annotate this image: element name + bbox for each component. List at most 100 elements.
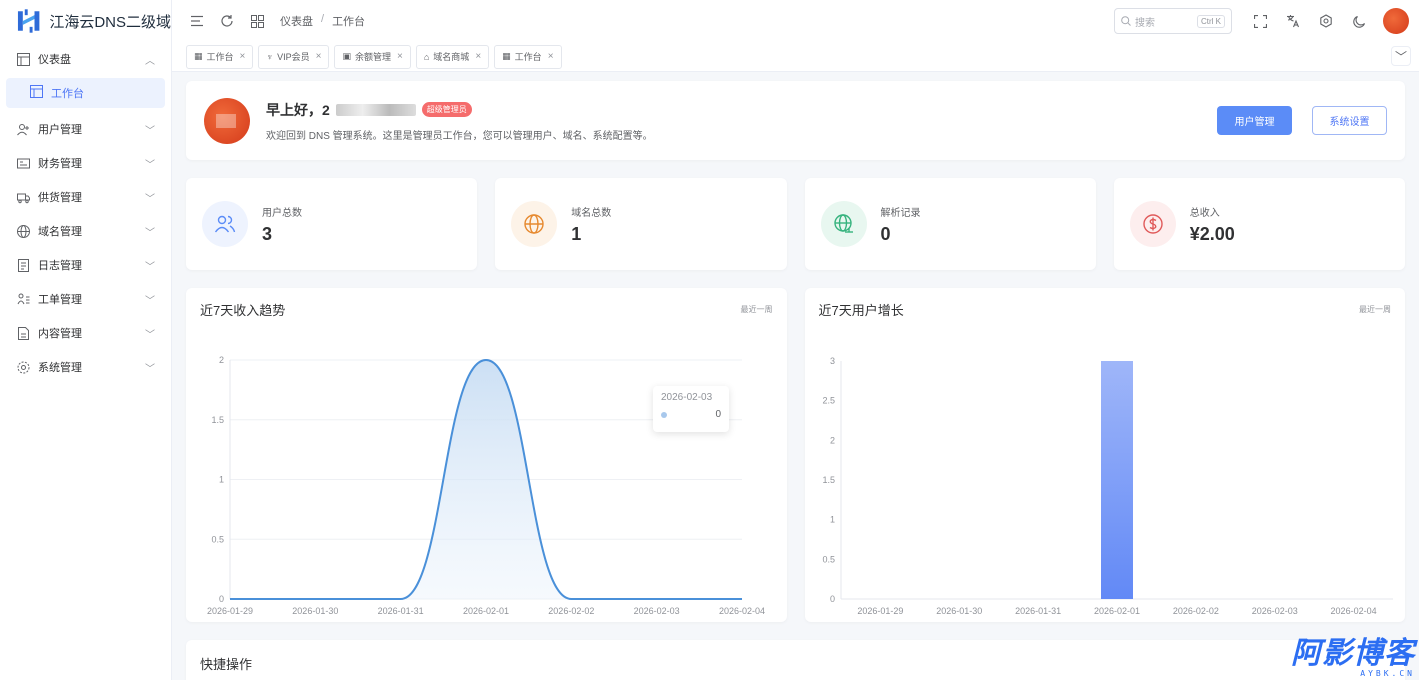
sidebar-item-tickets[interactable]: 工单管理 ﹀ (0, 282, 171, 316)
tab-label: VIP会员 (277, 52, 310, 62)
wallet-icon: ▣ (342, 51, 351, 61)
stat-value: ¥2.00 (1189, 223, 1235, 244)
y-tick-label: 2.5 (822, 396, 835, 406)
tab-workbench[interactable]: ▦ 工作台 × (186, 44, 254, 69)
sidebar-item-supply[interactable]: 供货管理 ﹀ (0, 180, 171, 214)
greeting-text: 早上好，2 (266, 101, 330, 118)
tab-domain-shop[interactable]: ⌂ 域名商城 × (415, 44, 490, 69)
close-icon[interactable]: × (548, 51, 554, 62)
vip-icon: ♆ (266, 51, 274, 62)
tabs-dropdown-button[interactable]: ﹀ (1391, 46, 1411, 66)
stat-card-income: 总收入 ¥2.00 (1113, 178, 1405, 270)
breadcrumb-item: 工作台 (332, 16, 366, 28)
breadcrumb: 仪表盘 / 工作台 (280, 13, 365, 29)
globe-icon (16, 224, 30, 238)
sidebar-subitem-workbench[interactable]: 工作台 (6, 78, 165, 108)
chart-title: 近7天收入趋势 (200, 303, 286, 318)
sidebar-item-system[interactable]: 系统管理 ﹀ (0, 350, 171, 384)
tab-label: 工作台 (514, 52, 542, 62)
hamburger-icon (191, 15, 203, 27)
fullscreen-button[interactable] (1245, 6, 1275, 36)
y-tick-label: 1.5 (211, 415, 224, 425)
chart-period-tag[interactable]: 最近一周 (741, 304, 773, 315)
breadcrumb-separator: / (321, 13, 325, 25)
apps-grid-button[interactable] (242, 6, 272, 36)
sidebar-item-label: 内容管理 (38, 328, 82, 340)
finance-icon (16, 156, 30, 170)
tab-workbench-2[interactable]: ▦ 工作台 × (494, 44, 562, 69)
sidebar-item-finance[interactable]: 财务管理 ﹀ (0, 146, 171, 180)
refresh-button[interactable] (212, 6, 242, 36)
header-actions: 搜索 Ctrl K (1114, 6, 1409, 36)
stat-value: 3 (262, 223, 273, 244)
users-bar-chart[interactable]: 0 0.5 1 1.5 2 2.5 3 2026-01-29 2026-01-30 2026-01… (805, 343, 1405, 618)
y-tick-label: 2 (219, 355, 224, 365)
logo[interactable]: 江海云DNS二级域 (0, 0, 171, 42)
chart-title: 近7天用户增长 (818, 303, 904, 318)
user-add-icon (16, 122, 30, 136)
sidebar-item-label: 工单管理 (38, 294, 82, 306)
user-avatar[interactable] (1383, 8, 1409, 34)
blurred-username (335, 103, 416, 116)
dashboard-icon (16, 52, 30, 66)
sidebar-item-label: 财务管理 (38, 158, 82, 170)
sidebar: 江海云DNS二级域 仪表盘 ︿ 工作台 用户管理 ﹀ 财务管理 ﹀ 供货管理 ﹀ (0, 0, 172, 680)
charts-row: 近7天收入趋势 最近一周 0 0.5 1 1.5 2 2026-01-29 2026-01-… (186, 288, 1405, 622)
welcome-subtitle: 欢迎回到 DNS 管理系统。这里是管理员工作台，您可以管理用户、域名、系统配置等… (266, 130, 653, 142)
stat-card-users: 用户总数 3 (186, 178, 478, 270)
chart-period-tag[interactable]: 最近一周 (1359, 304, 1391, 315)
x-tick-label: 2026-02-03 (1251, 606, 1297, 616)
x-tick-label: 2026-02-01 (463, 606, 509, 616)
chevron-down-icon: ﹀ (145, 159, 155, 171)
x-tick-label: 2026-01-30 (292, 606, 338, 616)
x-tick-label: 2026-02-02 (1172, 606, 1218, 616)
log-icon (16, 258, 30, 272)
user-management-button[interactable]: 用户管理 (1217, 106, 1292, 135)
close-icon[interactable]: × (475, 51, 481, 62)
sidebar-item-label: 系统管理 (38, 362, 82, 374)
close-icon[interactable]: × (316, 51, 322, 62)
sidebar-item-label: 日志管理 (38, 260, 82, 272)
chart-tooltip: 2026-02-03 0 (653, 386, 729, 432)
x-tick-label: 2026-02-04 (719, 606, 765, 616)
ticket-icon (16, 292, 30, 306)
language-button[interactable] (1278, 6, 1308, 36)
x-tick-label: 2026-01-30 (936, 606, 982, 616)
tooltip-date: 2026-02-03 (661, 392, 713, 403)
chevron-down-icon: ﹀ (145, 363, 155, 375)
tab-label: 工作台 (206, 52, 234, 62)
bar (1100, 361, 1133, 599)
content-icon (16, 326, 30, 340)
search-input[interactable]: 搜索 Ctrl K (1114, 8, 1232, 34)
x-tick-label: 2026-01-31 (378, 606, 424, 616)
sidebar-item-content[interactable]: 内容管理 ﹀ (0, 316, 171, 350)
sidebar-item-dashboard[interactable]: 仪表盘 ︿ (0, 42, 171, 76)
x-tick-label: 2026-02-02 (548, 606, 594, 616)
close-icon[interactable]: × (240, 51, 246, 62)
chevron-down-icon: ﹀ (145, 227, 155, 239)
stat-label: 域名总数 (571, 207, 612, 219)
income-area-chart[interactable]: 0 0.5 1 1.5 2 2026-01-29 2026-01-30 2026-01-31 2… (186, 343, 787, 618)
y-tick-label: 3 (829, 356, 834, 366)
sidebar-item-label: 用户管理 (38, 124, 82, 136)
theme-toggle-button[interactable] (1344, 6, 1374, 36)
stat-label: 解析记录 (880, 207, 921, 219)
tab-balance[interactable]: ▣ 余额管理 × (334, 44, 411, 69)
sidebar-item-users[interactable]: 用户管理 ﹀ (0, 112, 171, 146)
close-icon[interactable]: × (397, 51, 403, 62)
refresh-icon (221, 15, 233, 27)
system-settings-button[interactable]: 系统设置 (1312, 106, 1387, 135)
logo-icon (17, 9, 40, 33)
menu-toggle-button[interactable] (182, 6, 212, 36)
watermark-subtext: AYBK.CN (1360, 669, 1415, 678)
search-icon (1121, 16, 1131, 26)
app-title: 江海云DNS二级域 (49, 13, 171, 31)
breadcrumb-item[interactable]: 仪表盘 (280, 13, 313, 29)
sidebar-item-domains[interactable]: 域名管理 ﹀ (0, 214, 171, 248)
tab-vip[interactable]: ♆ VIP会员 × (258, 44, 330, 69)
stat-card-domains: 域名总数 1 (495, 178, 787, 270)
sidebar-item-logs[interactable]: 日志管理 ﹀ (0, 248, 171, 282)
users-icon (202, 201, 248, 247)
settings-button[interactable] (1311, 6, 1341, 36)
sidebar-menu: 仪表盘 ︿ 工作台 用户管理 ﹀ 财务管理 ﹀ 供货管理 ﹀ 域名管理 ﹀ 日志… (0, 42, 171, 384)
